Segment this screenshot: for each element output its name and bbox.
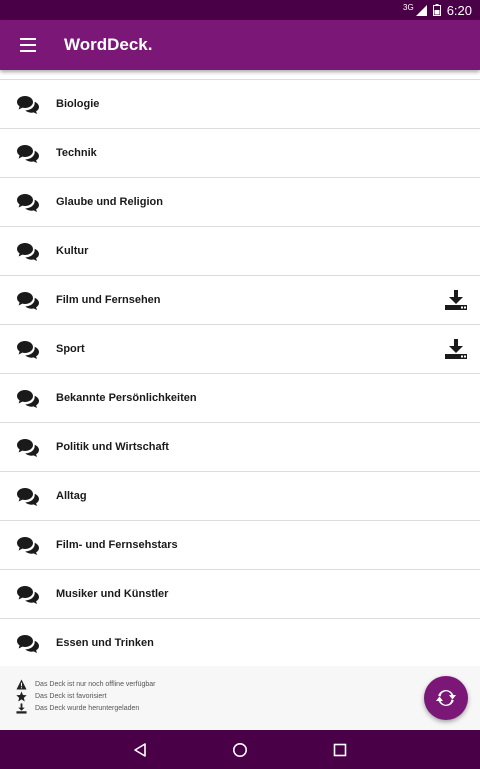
- chat-bubbles-icon: [17, 96, 39, 114]
- back-button[interactable]: [90, 730, 190, 769]
- chat-bubbles-icon: [17, 635, 39, 653]
- legend-favorite: Das Deck ist favorisiert: [16, 690, 156, 702]
- chat-bubbles-icon: [17, 292, 39, 310]
- sync-button[interactable]: [424, 676, 468, 720]
- home-circle-icon: [233, 742, 247, 757]
- chat-bubbles-icon: [17, 537, 39, 555]
- recents-button[interactable]: [290, 730, 390, 769]
- deck-label: Alltag: [56, 490, 87, 502]
- deck-list-item[interactable]: Bekannte Persönlichkeiten: [0, 374, 480, 423]
- deck-label: Film- und Fernsehstars: [56, 539, 178, 551]
- deck-list-item[interactable]: Biologie: [0, 80, 480, 129]
- legend: Das Deck ist nur noch offline verfügbar …: [16, 678, 156, 714]
- chat-bubbles-icon: [17, 194, 39, 212]
- chat-bubbles-icon: [17, 488, 39, 506]
- network-type: 3G: [403, 2, 414, 12]
- hamburger-menu-icon[interactable]: [0, 20, 56, 70]
- deck-label: Glaube und Religion: [56, 196, 163, 208]
- chat-bubbles-icon: [17, 390, 39, 408]
- deck-list-item[interactable]: Sport: [0, 325, 480, 374]
- legend-offline-text: Das Deck ist nur noch offline verfügbar: [35, 680, 156, 688]
- download-icon[interactable]: [444, 289, 468, 311]
- deck-label: Essen und Trinken: [56, 637, 154, 649]
- deck-list-item[interactable]: Film- und Fernsehstars: [0, 521, 480, 570]
- chat-bubbles-icon: [17, 243, 39, 261]
- legend-footer: Das Deck ist nur noch offline verfügbar …: [0, 666, 480, 730]
- recents-square-icon: [333, 743, 347, 756]
- deck-list-item[interactable]: Glaube und Religion: [0, 178, 480, 227]
- deck-label: Bekannte Persönlichkeiten: [56, 392, 197, 404]
- download-icon: [16, 702, 27, 714]
- deck-label: Biologie: [56, 98, 100, 110]
- signal-icon: [415, 4, 427, 16]
- deck-label: Film und Fernsehen: [56, 294, 161, 306]
- chat-bubbles-icon: [17, 341, 39, 359]
- deck-list-item[interactable]: Technik: [0, 129, 480, 178]
- sync-icon: [436, 689, 456, 707]
- warning-icon: [16, 678, 27, 690]
- status-time: 6:20: [446, 2, 472, 18]
- chat-bubbles-icon: [17, 145, 39, 163]
- deck-list-item[interactable]: Musiker und Künstler: [0, 570, 480, 619]
- chat-bubbles-icon: [17, 439, 39, 457]
- deck-list-item[interactable]: Alltag: [0, 472, 480, 521]
- deck-list-item[interactable]: Politik und Wirtschaft: [0, 423, 480, 472]
- deck-list-item[interactable]: Essen und Trinken: [0, 619, 480, 668]
- deck-label: Musiker und Künstler: [56, 588, 169, 600]
- app-bar: WordDeck.: [0, 20, 480, 70]
- deck-list-item[interactable]: Kultur: [0, 227, 480, 276]
- status-bar: 3G 6:20: [0, 0, 480, 20]
- deck-list: Biologie Technik Glaube und Religion Kultur…: [0, 70, 480, 668]
- battery-icon: [432, 4, 441, 16]
- navigation-bar: [0, 730, 480, 769]
- legend-downloaded-text: Das Deck wurde heruntergeladen: [35, 704, 140, 712]
- deck-label: Technik: [56, 147, 97, 159]
- app-title: WordDeck.: [64, 35, 153, 54]
- home-button[interactable]: [190, 730, 290, 769]
- back-triangle-icon: [134, 742, 146, 757]
- legend-downloaded: Das Deck wurde heruntergeladen: [16, 702, 156, 714]
- deck-label: Kultur: [56, 245, 89, 257]
- deck-label: Sport: [56, 343, 85, 355]
- signal-indicator: 3G: [403, 2, 427, 16]
- list-divider: [0, 70, 480, 80]
- deck-label: Politik und Wirtschaft: [56, 441, 169, 453]
- download-icon[interactable]: [444, 338, 468, 360]
- deck-list-item[interactable]: Film und Fernsehen: [0, 276, 480, 325]
- chat-bubbles-icon: [17, 586, 39, 604]
- legend-favorite-text: Das Deck ist favorisiert: [35, 692, 107, 700]
- star-icon: [16, 690, 27, 701]
- legend-offline: Das Deck ist nur noch offline verfügbar: [16, 678, 156, 690]
